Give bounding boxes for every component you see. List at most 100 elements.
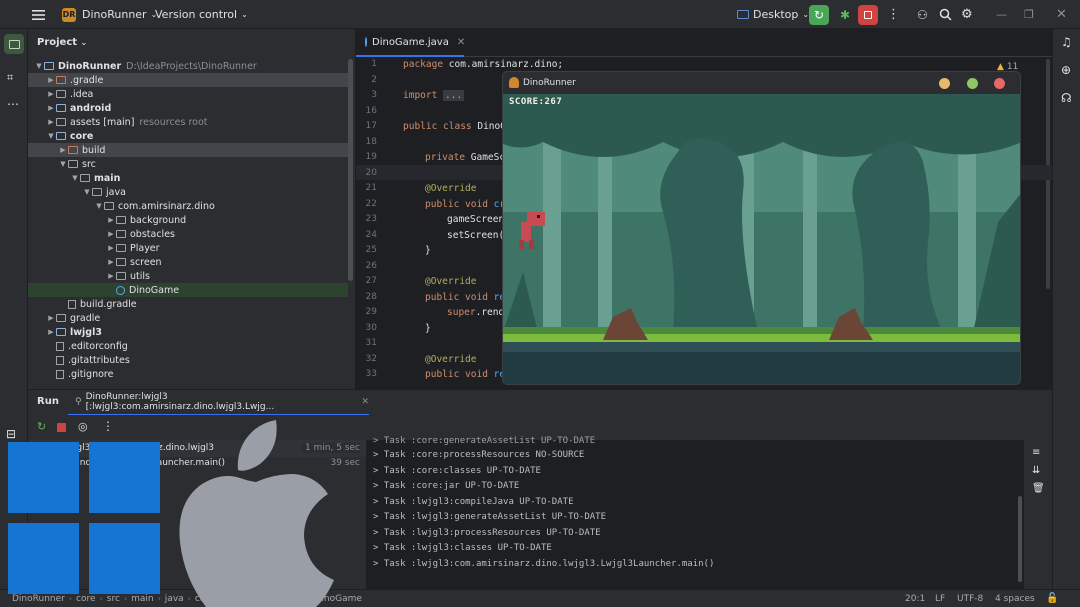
tree-item[interactable]: ▶ assets [main] resources root [28, 115, 348, 129]
close-tab-icon[interactable]: ✕ [457, 37, 465, 48]
eye-icon[interactable]: ◎ [78, 420, 88, 433]
console-scrollbar[interactable] [1018, 496, 1022, 582]
chevron-right-icon[interactable]: ▶ [46, 118, 56, 126]
tree-item[interactable]: ▶ android [28, 101, 348, 115]
tree-item[interactable]: ▼ com.amirsinarz.dino [28, 199, 348, 213]
terminal-tool-button[interactable]: ⊟ [6, 427, 16, 441]
lock-icon[interactable]: 🔓 [1046, 593, 1058, 604]
tree-item[interactable]: ▶ screen [28, 255, 348, 269]
more-tools-button[interactable]: ⋯ [7, 97, 19, 111]
game-window[interactable]: DinoRunner SCORE:267 [502, 71, 1021, 385]
tree-item[interactable]: ▼ main [28, 171, 348, 185]
tree-item[interactable]: ▶ Player [28, 241, 348, 255]
code-token: @Override [425, 353, 477, 365]
rerun-icon[interactable]: ↻ [37, 420, 46, 433]
breadcrumb-item[interactable]: core [76, 594, 96, 604]
run-config-tab[interactable]: ⚲ DinoRunner:lwjgl3 [:lwjgl3:com.amirsin… [68, 390, 369, 416]
chevron-right-icon[interactable]: ▶ [46, 328, 56, 336]
vcs-menu[interactable]: Version control ⌄ [155, 0, 248, 29]
code-token: public class [403, 121, 478, 132]
tree-item[interactable]: .editorconfig [28, 339, 348, 353]
chevron-right-icon[interactable]: ▶ [46, 90, 56, 98]
tree-item[interactable]: .gitignore [28, 367, 348, 381]
chevron-right-icon[interactable]: ▶ [58, 146, 68, 154]
file-encoding[interactable]: UTF-8 [957, 594, 983, 604]
project-panel-header[interactable]: Project ⌄ [37, 37, 87, 48]
chevron-down-icon[interactable]: ▼ [70, 174, 80, 182]
tree-item[interactable]: ▶ utils [28, 269, 348, 283]
chevron-right-icon[interactable]: ▶ [46, 76, 56, 84]
chevron-right-icon[interactable]: ▶ [46, 104, 56, 112]
chevron-right-icon[interactable]: ▶ [46, 314, 56, 322]
chevron-down-icon[interactable]: ▼ [34, 62, 44, 70]
chevron-right-icon[interactable]: ▶ [106, 216, 116, 224]
notifications-icon[interactable]: ♫ [1061, 35, 1072, 49]
code-line: public class DinoG [403, 121, 506, 135]
desktop-icon [737, 10, 749, 19]
tree-item[interactable]: ▶ build [28, 143, 348, 157]
more-actions-button[interactable]: ⋮ [887, 0, 900, 29]
tree-item[interactable]: ▶ .idea [28, 87, 348, 101]
tree-item[interactable]: .gitattributes [28, 353, 348, 367]
debug-button[interactable]: ✱ [835, 5, 855, 25]
tree-item[interactable]: ▶ .gradle [28, 73, 348, 87]
tree-item[interactable]: ▼ core [28, 129, 348, 143]
caret-position[interactable]: 20:1 [905, 594, 925, 604]
stop-icon[interactable] [57, 423, 66, 432]
settings-button[interactable]: ⚙ [961, 0, 973, 29]
tab-dinogame-java[interactable]: DinoGame.java ✕ [356, 29, 465, 57]
wrap-icon[interactable]: ≡ [1032, 447, 1040, 458]
run-panel-title[interactable]: Run [37, 396, 59, 407]
project-tool-button[interactable] [4, 34, 24, 54]
minimize-button[interactable]: — [996, 0, 1007, 29]
tree-item[interactable]: ▼ java [28, 185, 348, 199]
tree-item[interactable]: ▼ DinoRunner D:\IdeaProjects\DinoRunner [28, 59, 348, 73]
console-line: > Task :core:processResources NO-SOURCE [373, 450, 585, 460]
restore-button[interactable]: ❐ [1024, 0, 1034, 29]
status-bar: DinoRunner›core›src›main›java›com›amirsi… [0, 589, 1080, 607]
search-button[interactable] [939, 0, 952, 29]
rerun-button[interactable]: ↻ [809, 4, 829, 25]
more-vertical-icon[interactable]: ⋮ [102, 419, 114, 433]
project-scrollbar[interactable] [348, 59, 353, 281]
breadcrumb-item[interactable]: main [131, 594, 154, 604]
project-selector[interactable]: DR DinoRunner ⌄ [62, 0, 157, 29]
line-separator[interactable]: LF [935, 594, 945, 604]
chevron-right-icon[interactable]: ▶ [106, 258, 116, 266]
tree-item[interactable]: ▶ obstacles [28, 227, 348, 241]
breadcrumb-item[interactable]: src [107, 594, 120, 604]
chevron-right-icon[interactable]: ▶ [106, 230, 116, 238]
breadcrumb-item[interactable]: DinoRunner [12, 594, 65, 604]
stop-button[interactable] [858, 4, 878, 25]
tree-item[interactable]: ▼ src [28, 157, 348, 171]
indent-setting[interactable]: 4 spaces [995, 594, 1035, 604]
main-menu-button[interactable] [32, 0, 46, 29]
close-tab-icon[interactable]: ✕ [361, 397, 369, 407]
chevron-down-icon[interactable]: ▼ [82, 188, 92, 196]
chevron-down-icon[interactable]: ▼ [94, 202, 104, 210]
chevron-down-icon[interactable]: ▼ [46, 132, 56, 140]
copilot-icon[interactable]: ☊ [1061, 91, 1072, 105]
run-config-selector[interactable]: Desktop ⌄ [737, 0, 809, 29]
tree-item[interactable]: build.gradle [28, 297, 348, 311]
tree-item-label: core [70, 130, 94, 142]
add-user-button[interactable]: ⚇ [917, 0, 928, 29]
line-number: 25 [365, 245, 377, 255]
scroll-end-icon[interactable]: ⇊ [1032, 465, 1040, 476]
code-line: public void re [403, 292, 505, 306]
tree-item[interactable]: ▶ background [28, 213, 348, 227]
trash-icon[interactable]: 🗑 [1032, 483, 1045, 494]
chevron-down-icon[interactable]: ▼ [58, 160, 68, 168]
close-button[interactable]: ✕ [1056, 0, 1067, 29]
chevron-right-icon[interactable]: ▶ [106, 272, 116, 280]
minimize-dot[interactable] [939, 78, 950, 89]
maximize-dot[interactable] [967, 78, 978, 89]
ai-assistant-icon[interactable]: ⊕ [1061, 63, 1071, 77]
tree-item[interactable]: ▶ gradle [28, 311, 348, 325]
structure-tool-button[interactable]: ⌗ [7, 71, 13, 85]
close-dot[interactable] [994, 78, 1005, 89]
run-console[interactable]: > Task :core:generateAssetList UP-TO-DAT… [366, 436, 1024, 589]
tree-item[interactable]: DinoGame [28, 283, 348, 297]
chevron-right-icon[interactable]: ▶ [106, 244, 116, 252]
tree-item[interactable]: ▶ lwjgl3 [28, 325, 348, 339]
